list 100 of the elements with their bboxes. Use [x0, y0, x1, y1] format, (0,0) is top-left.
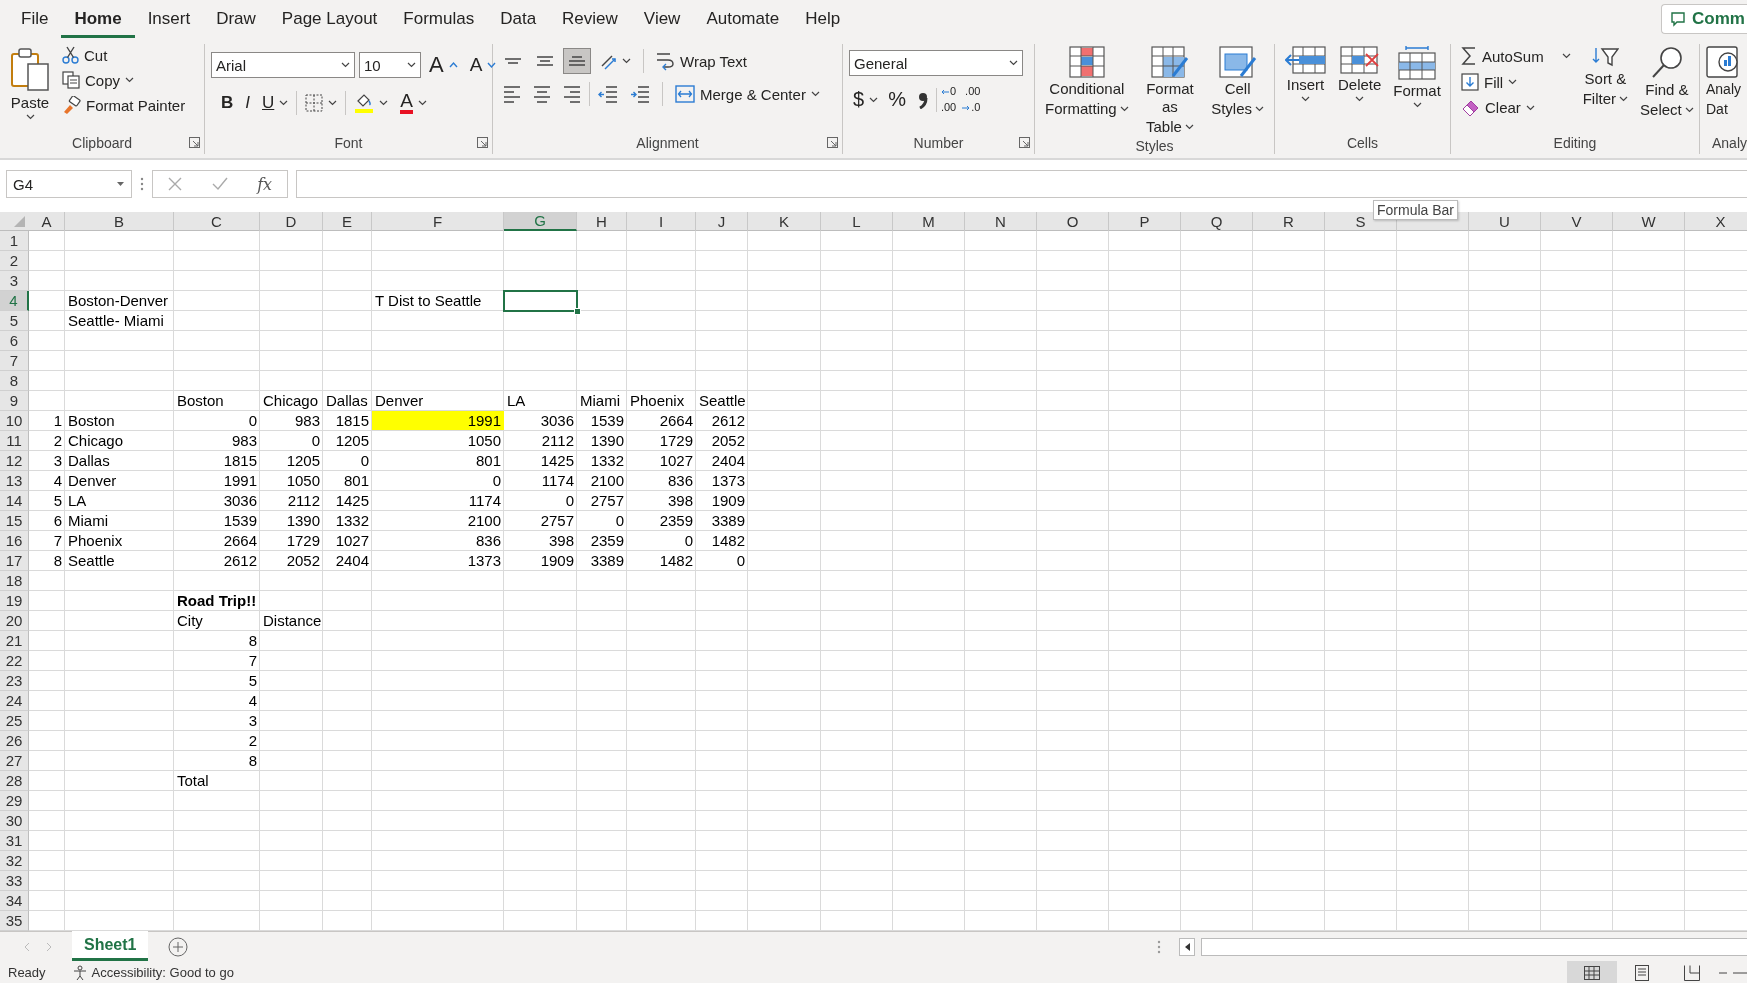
decrease-decimal-button[interactable]: .00 .0	[960, 84, 983, 115]
autosum-button[interactable]: AutoSum	[1457, 44, 1575, 68]
ribbon-tab[interactable]: Review	[549, 3, 631, 38]
page-break-icon[interactable]	[1684, 964, 1700, 981]
row-number[interactable]: 29	[0, 791, 29, 811]
font-color-button[interactable]: A	[396, 90, 431, 116]
number-format-dropdown[interactable]: General	[849, 50, 1023, 76]
row-number[interactable]: 26	[0, 731, 29, 751]
wrap-text-button[interactable]: Wrap Text	[652, 49, 751, 73]
column-header[interactable]: D	[260, 212, 323, 231]
row-number[interactable]: 11	[0, 431, 29, 451]
column-header[interactable]: K	[748, 212, 821, 231]
shrink-font-button[interactable]: A	[465, 52, 501, 78]
row-number[interactable]: 18	[0, 571, 29, 591]
font-size-dropdown[interactable]: 10	[359, 52, 421, 78]
ribbon-tab[interactable]: File	[8, 3, 62, 38]
bold-button[interactable]: B	[217, 91, 238, 115]
dialog-launcher-icon[interactable]	[827, 137, 838, 148]
column-header[interactable]: R	[1253, 212, 1325, 231]
page-layout-icon[interactable]	[1635, 964, 1649, 981]
row-number[interactable]: 25	[0, 711, 29, 731]
styles-button[interactable]: Format as Table	[1136, 44, 1204, 138]
column-header[interactable]: N	[965, 212, 1037, 231]
styles-button[interactable]: Cell Styles	[1207, 44, 1268, 120]
row-number[interactable]: 7	[0, 351, 29, 371]
sheet-tab[interactable]: Sheet1	[72, 931, 149, 961]
styles-button[interactable]: Conditional Formatting	[1041, 44, 1133, 120]
row-number[interactable]: 5	[0, 311, 29, 331]
dialog-launcher-icon[interactable]	[189, 137, 200, 148]
row-number[interactable]: 6	[0, 331, 29, 351]
row-number[interactable]: 23	[0, 671, 29, 691]
row-number[interactable]: 14	[0, 491, 29, 511]
ribbon-tab[interactable]: Help	[792, 3, 854, 38]
row-number[interactable]: 34	[0, 891, 29, 911]
increase-decimal-button[interactable]: 0 .00	[938, 84, 959, 115]
column-header[interactable]: P	[1109, 212, 1181, 231]
scroll-left-button[interactable]	[1179, 937, 1195, 956]
row-number[interactable]: 17	[0, 551, 29, 571]
row-number[interactable]: 30	[0, 811, 29, 831]
row-number[interactable]: 28	[0, 771, 29, 791]
column-header[interactable]: O	[1037, 212, 1109, 231]
row-number[interactable]: 22	[0, 651, 29, 671]
row-number[interactable]: 20	[0, 611, 29, 631]
formula-input-field[interactable]	[296, 170, 1747, 198]
column-header[interactable]: G	[504, 212, 577, 231]
row-number[interactable]: 32	[0, 851, 29, 871]
fill-button[interactable]: Fill	[1457, 71, 1575, 93]
column-header[interactable]: I	[627, 212, 696, 231]
editing-button[interactable]: Find & Select	[1636, 44, 1698, 121]
row-number[interactable]: 27	[0, 751, 29, 771]
row-number[interactable]: 15	[0, 511, 29, 531]
accessibility-status[interactable]: Accessibility: Good to go	[71, 964, 234, 981]
row-number[interactable]: 3	[0, 271, 29, 291]
row-number[interactable]: 33	[0, 871, 29, 891]
ribbon-tab[interactable]: Automate	[693, 3, 793, 38]
analyze-data-button[interactable]: Analy Dat	[1706, 44, 1742, 120]
column-header[interactable]: J	[696, 212, 748, 231]
row-number[interactable]: 4	[0, 291, 29, 311]
row-number[interactable]: 19	[0, 591, 29, 611]
merge-center-button[interactable]: Merge & Center	[671, 82, 824, 106]
column-header[interactable]: E	[323, 212, 372, 231]
row-number[interactable]: 24	[0, 691, 29, 711]
cells-button[interactable]: Insert	[1281, 44, 1330, 104]
column-header[interactable]: M	[893, 212, 965, 231]
dialog-launcher-icon[interactable]	[477, 137, 488, 148]
column-header[interactable]: L	[821, 212, 893, 231]
copy-button[interactable]: Copy	[58, 69, 190, 91]
column-header[interactable]: Q	[1181, 212, 1253, 231]
row-number[interactable]: 21	[0, 631, 29, 651]
row-number[interactable]: 31	[0, 831, 29, 851]
ribbon-tab[interactable]: Data	[487, 3, 550, 38]
row-number[interactable]: 12	[0, 451, 29, 471]
column-header[interactable]: X	[1685, 212, 1747, 231]
cut-button[interactable]: Cut	[58, 44, 190, 66]
column-header[interactable]: U	[1469, 212, 1541, 231]
horizontal-scrollbar[interactable]	[1201, 937, 1747, 956]
column-header[interactable]: B	[65, 212, 174, 231]
column-header[interactable]: V	[1541, 212, 1613, 231]
format-painter-button[interactable]: Format Painter	[58, 94, 190, 117]
column-header[interactable]: W	[1613, 212, 1685, 231]
column-header[interactable]: C	[174, 212, 260, 231]
ribbon-tab[interactable]: View	[630, 3, 694, 38]
ribbon-tab[interactable]: Page Layout	[268, 3, 391, 38]
row-number[interactable]: 9	[0, 391, 29, 411]
name-box[interactable]: G4	[6, 170, 132, 198]
currency-button[interactable]: $	[849, 86, 883, 113]
normal-view-icon[interactable]	[1584, 965, 1600, 980]
row-number[interactable]: 13	[0, 471, 29, 491]
font-name-dropdown[interactable]: Arial	[211, 52, 355, 78]
checkmark-icon[interactable]	[211, 177, 228, 191]
add-sheet-icon[interactable]	[168, 936, 189, 957]
row-number[interactable]: 1	[0, 231, 29, 251]
cancel-icon[interactable]	[167, 177, 182, 191]
row-number[interactable]: 35	[0, 911, 29, 931]
ribbon-tab[interactable]: Insert	[134, 3, 204, 38]
grow-font-button[interactable]: A	[425, 50, 462, 80]
dialog-launcher-icon[interactable]	[1019, 137, 1030, 148]
insert-function-button[interactable]: fx	[257, 174, 273, 194]
vertical-align-button[interactable]	[563, 48, 591, 74]
comments-button[interactable]: Comm	[1661, 4, 1747, 34]
